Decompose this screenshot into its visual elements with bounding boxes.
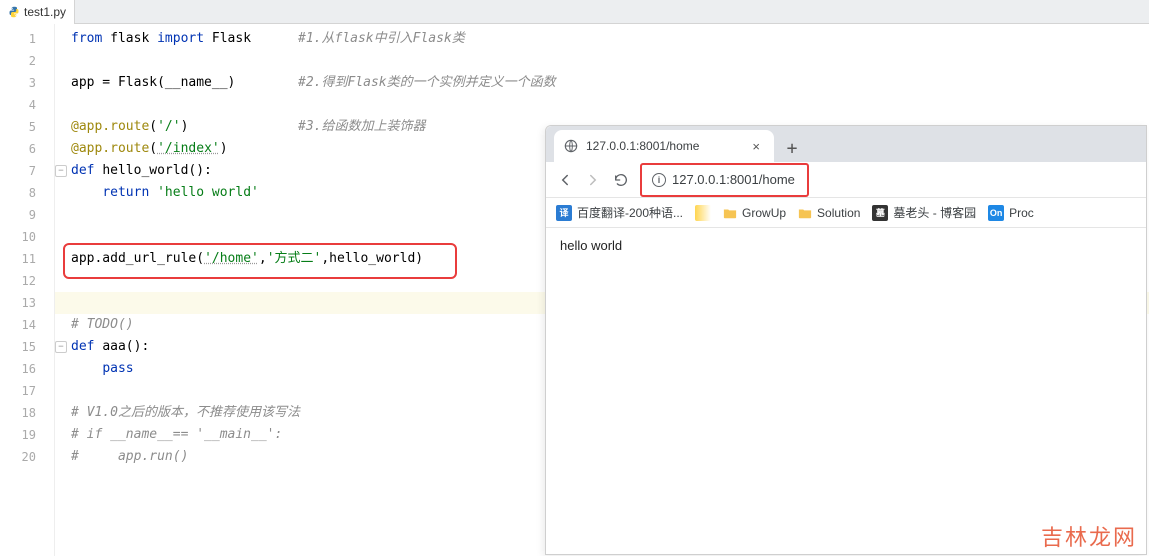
url-text: 127.0.0.1:8001/home — [672, 172, 795, 187]
editor-tab[interactable]: test1.py — [0, 0, 75, 24]
address-bar[interactable]: i 127.0.0.1:8001/home — [644, 166, 805, 194]
new-tab-button[interactable]: + — [778, 134, 806, 162]
fold-icon[interactable]: − — [55, 165, 67, 177]
line-number: 10 — [0, 226, 54, 248]
line-number: 4 — [0, 94, 54, 116]
line-number: 5 — [0, 116, 54, 138]
browser-tabstrip: 127.0.0.1:8001/home × + — [546, 126, 1146, 162]
back-button[interactable] — [556, 171, 574, 189]
favicon — [695, 205, 711, 221]
line-number: 17 — [0, 380, 54, 402]
line-number: 2 — [0, 50, 54, 72]
line-number: 13 — [0, 292, 54, 314]
line-number: 11 — [0, 248, 54, 270]
line-number: 15 — [0, 336, 54, 358]
bookmark-item[interactable] — [695, 205, 711, 221]
line-number-gutter: 1 2 3 4 5 6 7 8 9 10 11 12 13 14 15 16 1… — [0, 24, 55, 556]
browser-tab-title: 127.0.0.1:8001/home — [586, 139, 699, 153]
favicon: 译 — [556, 205, 572, 221]
bookmark-item[interactable]: 译百度翻译-200种语... — [556, 204, 683, 221]
editor-tab-label: test1.py — [24, 5, 66, 19]
browser-toolbar: i 127.0.0.1:8001/home — [546, 162, 1146, 198]
forward-button[interactable] — [584, 171, 602, 189]
globe-icon — [564, 139, 578, 153]
line-number: 14 — [0, 314, 54, 336]
bookmark-item[interactable]: OnProc — [988, 205, 1034, 221]
site-info-icon[interactable]: i — [652, 173, 666, 187]
line-number: 12 — [0, 270, 54, 292]
python-file-icon — [8, 6, 20, 18]
watermark: 吉林龙网 — [1041, 520, 1137, 552]
folder-icon — [798, 206, 812, 220]
browser-window: 127.0.0.1:8001/home × + i 127.0.0.1:8001… — [545, 125, 1147, 555]
editor-tabstrip: test1.py — [0, 0, 1149, 24]
favicon: On — [988, 205, 1004, 221]
line-number: 19 — [0, 424, 54, 446]
folder-icon — [723, 206, 737, 220]
fold-icon[interactable]: − — [55, 341, 67, 353]
close-tab-icon[interactable]: × — [748, 139, 764, 154]
line-number: 18 — [0, 402, 54, 424]
line-number: 7 — [0, 160, 54, 182]
line-number: 6 — [0, 138, 54, 160]
line-number: 16 — [0, 358, 54, 380]
line-number: 20 — [0, 446, 54, 468]
code-line: from flask import Flask #1.从flask中引入Flas… — [55, 28, 1149, 50]
line-number: 9 — [0, 204, 54, 226]
page-content: hello world — [546, 228, 1146, 263]
bookmark-item[interactable]: GrowUp — [723, 206, 786, 220]
line-number: 8 — [0, 182, 54, 204]
code-line: app = Flask(__name__) #2.得到Flask类的一个实例并定… — [55, 72, 1149, 94]
code-line — [55, 94, 1149, 116]
bookmark-item[interactable]: 墓墓老头 - 博客园 — [872, 204, 976, 221]
reload-button[interactable] — [612, 171, 630, 189]
address-bar-highlight: i 127.0.0.1:8001/home — [640, 163, 809, 197]
code-line — [55, 50, 1149, 72]
bookmark-item[interactable]: Solution — [798, 206, 860, 220]
response-text: hello world — [560, 238, 622, 253]
line-number: 3 — [0, 72, 54, 94]
browser-tab[interactable]: 127.0.0.1:8001/home × — [554, 130, 774, 162]
line-number: 1 — [0, 28, 54, 50]
bookmarks-bar: 译百度翻译-200种语... GrowUp Solution 墓墓老头 - 博客… — [546, 198, 1146, 228]
favicon: 墓 — [872, 205, 888, 221]
